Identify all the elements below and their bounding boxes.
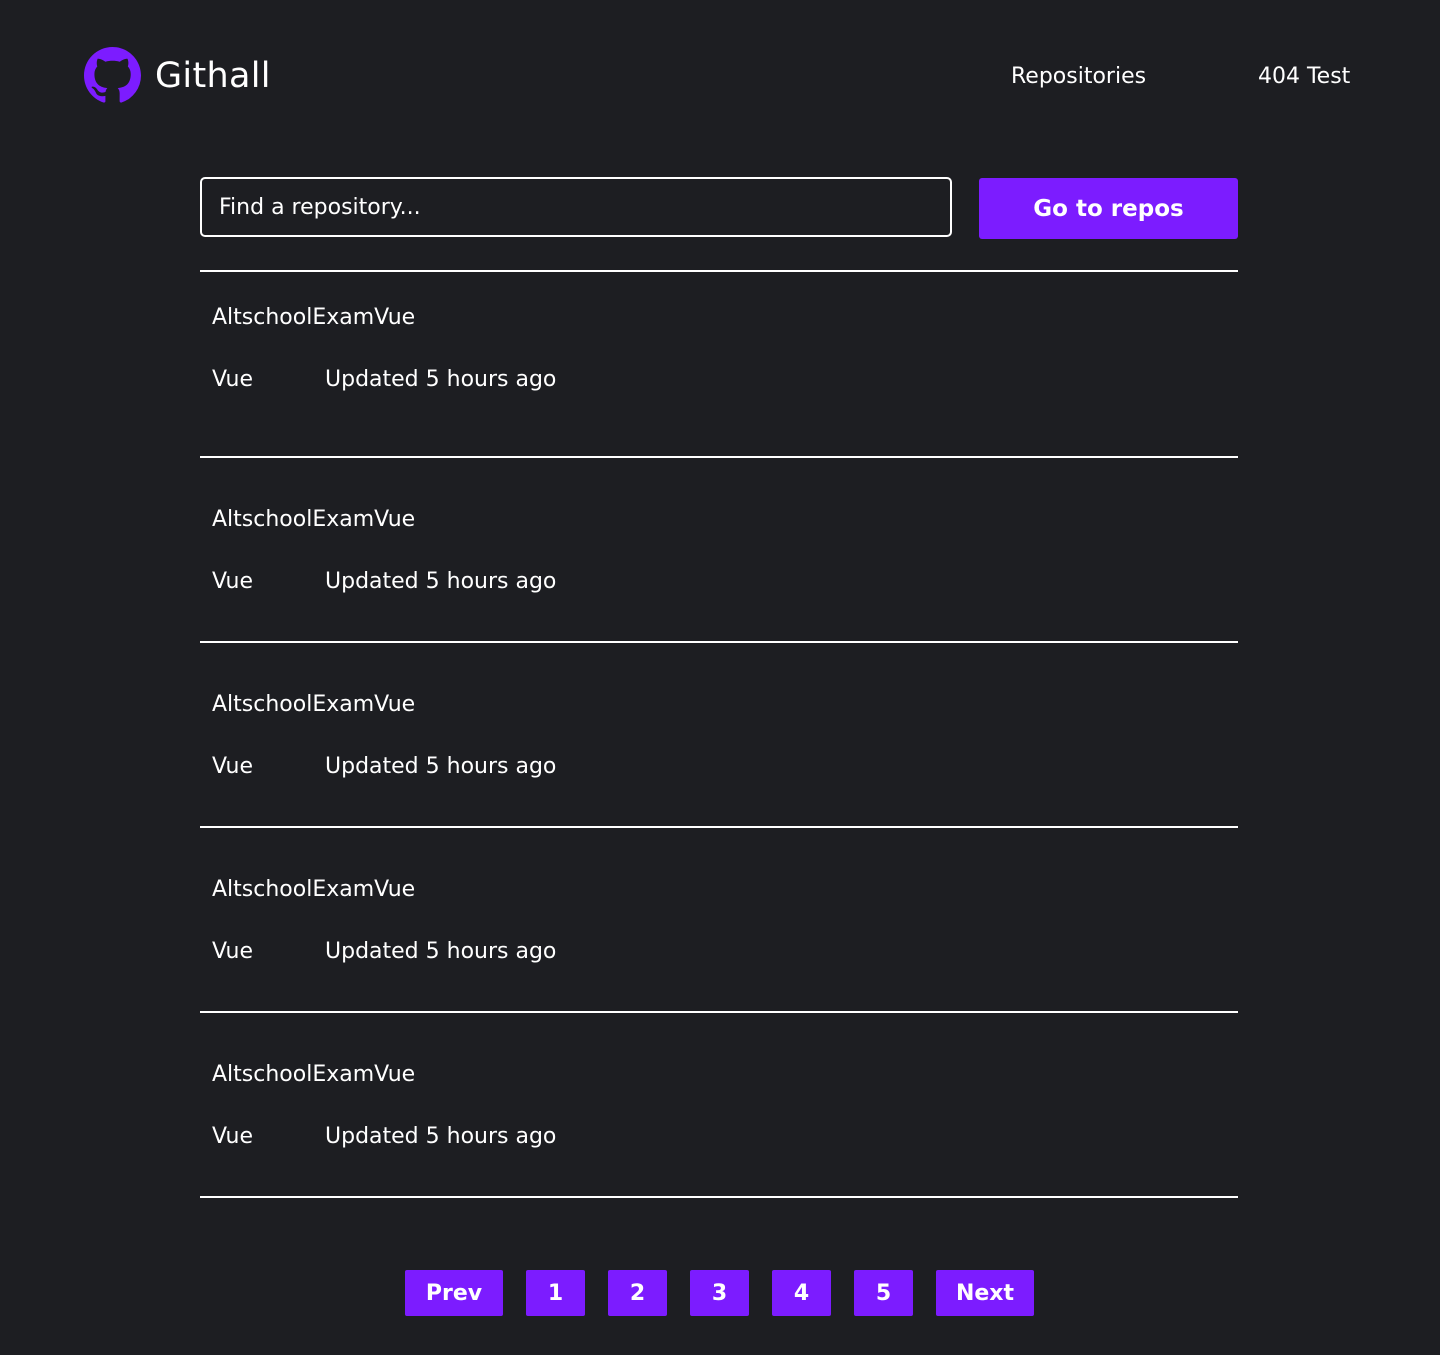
repo-updated: Updated 5 hours ago xyxy=(325,1124,557,1149)
repo-list-item[interactable]: AltschoolExamVue Vue Updated 5 hours ago xyxy=(200,272,1238,456)
repo-meta: Vue Updated 5 hours ago xyxy=(212,367,556,392)
page-button-2[interactable]: 2 xyxy=(608,1270,667,1316)
page-button-3[interactable]: 3 xyxy=(690,1270,749,1316)
page-button-1[interactable]: 1 xyxy=(526,1270,585,1316)
site-header: Githall Repositories 404 Test xyxy=(0,0,1440,150)
repo-name-link[interactable]: AltschoolExamVue xyxy=(212,877,415,902)
go-to-repos-button[interactable]: Go to repos xyxy=(979,178,1238,239)
repo-language: Vue xyxy=(212,939,254,964)
search-input[interactable] xyxy=(200,177,952,237)
repo-language: Vue xyxy=(212,367,254,392)
repo-list-item[interactable]: AltschoolExamVue Vue Updated 5 hours ago xyxy=(200,1013,1238,1196)
repo-name-link[interactable]: AltschoolExamVue xyxy=(212,1062,415,1087)
repo-language: Vue xyxy=(212,754,254,779)
nav-link-repositories[interactable]: Repositories xyxy=(1011,64,1146,89)
repo-language: Vue xyxy=(212,1124,254,1149)
repo-name-link[interactable]: AltschoolExamVue xyxy=(212,692,415,717)
repo-updated: Updated 5 hours ago xyxy=(325,939,557,964)
search-bar: Go to repos xyxy=(200,177,1238,239)
repo-list: AltschoolExamVue Vue Updated 5 hours ago… xyxy=(200,270,1238,1198)
repo-updated: Updated 5 hours ago xyxy=(325,754,557,779)
repo-name-link[interactable]: AltschoolExamVue xyxy=(212,507,415,532)
repo-list-item[interactable]: AltschoolExamVue Vue Updated 5 hours ago xyxy=(200,828,1238,1011)
next-page-button[interactable]: Next xyxy=(936,1270,1034,1316)
repo-language: Vue xyxy=(212,569,254,594)
repo-meta: Vue Updated 5 hours ago xyxy=(212,1124,556,1149)
github-octocat-icon xyxy=(84,47,141,103)
repo-updated: Updated 5 hours ago xyxy=(325,367,557,392)
repo-list-item[interactable]: AltschoolExamVue Vue Updated 5 hours ago xyxy=(200,458,1238,641)
divider xyxy=(200,1196,1238,1198)
repo-meta: Vue Updated 5 hours ago xyxy=(212,754,556,779)
nav-link-404-test[interactable]: 404 Test xyxy=(1258,64,1350,89)
brand-name: Githall xyxy=(155,55,271,96)
repo-name-link[interactable]: AltschoolExamVue xyxy=(212,305,415,330)
repo-meta: Vue Updated 5 hours ago xyxy=(212,939,556,964)
page-button-5[interactable]: 5 xyxy=(854,1270,913,1316)
brand[interactable]: Githall xyxy=(84,47,271,104)
repo-meta: Vue Updated 5 hours ago xyxy=(212,569,556,594)
prev-page-button[interactable]: Prev xyxy=(405,1270,503,1316)
page-button-4[interactable]: 4 xyxy=(772,1270,831,1316)
repo-list-item[interactable]: AltschoolExamVue Vue Updated 5 hours ago xyxy=(200,643,1238,826)
repo-updated: Updated 5 hours ago xyxy=(325,569,557,594)
pagination: Prev 1 2 3 4 5 Next xyxy=(0,1270,1440,1318)
